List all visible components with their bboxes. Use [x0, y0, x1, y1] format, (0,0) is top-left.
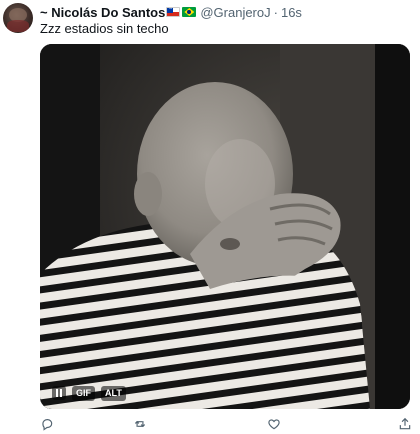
heart-icon	[268, 419, 280, 430]
timestamp[interactable]: 16s	[281, 5, 302, 20]
gif-controls: GIF ALT	[52, 385, 126, 401]
avatar[interactable]	[3, 3, 33, 33]
baby-facepalm-gif	[40, 44, 410, 409]
reply-button[interactable]	[40, 417, 56, 433]
tweet-text: Zzz estadios sin techo	[40, 21, 169, 36]
brazil-flag-icon	[182, 7, 197, 17]
share-button[interactable]	[398, 417, 414, 433]
alt-badge[interactable]: ALT	[101, 385, 126, 401]
reply-icon	[42, 419, 53, 431]
retweet-button[interactable]	[133, 417, 149, 433]
pause-icon[interactable]	[52, 386, 66, 400]
gif-badge: GIF	[72, 385, 95, 401]
separator-dot: ·	[273, 4, 278, 20]
tweet-header: ~ Nicolás Do Santos @GranjeroJ · 16s	[40, 4, 302, 20]
chile-flag-icon	[166, 7, 181, 17]
retweet-icon	[134, 420, 146, 428]
like-button[interactable]	[267, 417, 283, 433]
gif-media[interactable]: GIF ALT	[40, 44, 410, 409]
tweet[interactable]: ~ Nicolás Do Santos @GranjeroJ · 16s Zzz…	[0, 0, 420, 434]
tweet-actions	[0, 417, 420, 433]
author-handle[interactable]: @GranjeroJ	[200, 5, 270, 20]
share-icon	[399, 417, 411, 430]
author-display-name[interactable]: ~ Nicolás Do Santos	[40, 5, 165, 20]
